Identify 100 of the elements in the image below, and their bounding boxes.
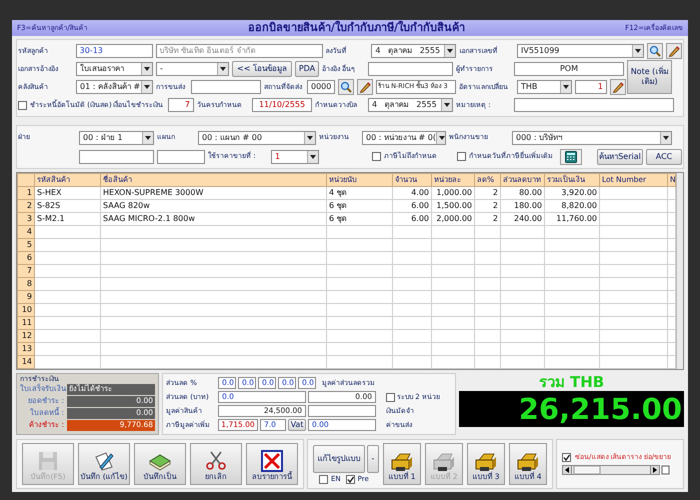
header-cell	[18, 174, 34, 186]
dropdown[interactable]: 4 ตุลาคม 2555	[371, 44, 456, 58]
caret-icon	[663, 136, 669, 140]
table-cell: S-HEX	[34, 186, 100, 200]
row-number: 6	[18, 252, 34, 264]
edit-button[interactable]	[610, 79, 626, 95]
scrollbar[interactable]	[676, 173, 683, 369]
checkbox[interactable]	[562, 452, 571, 462]
search-button[interactable]	[338, 79, 354, 95]
caret-icon	[438, 136, 445, 140]
input-field[interactable]: 7	[168, 98, 194, 112]
checkbox[interactable]	[18, 100, 27, 110]
table-cell: S-M2.1	[34, 212, 100, 226]
checkbox[interactable]	[457, 152, 466, 161]
input-field[interactable]	[191, 80, 261, 94]
dropdown[interactable]: -	[156, 62, 229, 76]
button[interactable]: << โอนข้อมูล	[232, 61, 292, 77]
pencil-icon	[668, 45, 680, 57]
calculator-icon	[565, 150, 577, 162]
row-number: 5	[18, 238, 34, 252]
printer-icon	[390, 451, 414, 474]
table-cell: 6 ชุด	[326, 200, 392, 212]
input-field[interactable]	[157, 150, 205, 164]
table-cell: 6 ชุด	[326, 212, 392, 226]
caret-icon	[220, 67, 226, 71]
dropdown[interactable]: 000 : บริษัทฯ	[512, 130, 672, 144]
pencil-icon	[359, 81, 371, 93]
table-cell: 2,000.00	[432, 212, 474, 226]
dropdown[interactable]: 00 : หน่วยงาน # 0(	[362, 130, 446, 144]
design-button[interactable]: แก้ไขรูปแบบ	[313, 444, 365, 472]
check-icon	[563, 454, 570, 461]
total-amount: 26,215.00	[459, 391, 684, 427]
caret-icon	[144, 67, 150, 71]
table-cell: S-82S	[34, 200, 100, 212]
vat-button[interactable]: Vat	[288, 419, 306, 431]
table-cell: 8,820.00	[544, 200, 600, 212]
table-cell: 3,920.00	[544, 186, 600, 200]
row-number: 1	[18, 186, 34, 200]
caret-icon	[635, 49, 641, 53]
input-field[interactable]	[514, 98, 674, 112]
search-button[interactable]	[647, 43, 663, 59]
dropdown[interactable]: 00 : แผนก # 00	[198, 130, 316, 144]
row-number: 7	[18, 264, 34, 278]
row-number: 8	[18, 278, 34, 290]
window-title: ออกบิลขายสินค้า/ใบกำกับภาษี/ใบกำกับสินค้า	[248, 22, 465, 34]
input-field[interactable]	[368, 62, 453, 76]
checkbox[interactable]	[319, 474, 328, 484]
checkbox[interactable]	[346, 474, 355, 484]
pencil-icon	[612, 81, 624, 93]
table-cell: 1,500.00	[432, 200, 474, 212]
row-number: 3	[18, 212, 34, 226]
checkbox[interactable]	[372, 152, 381, 161]
caret-icon	[310, 154, 316, 158]
dropdown[interactable]: 1	[271, 150, 319, 164]
table-cell: SAAG 820w	[100, 200, 326, 212]
edit-button[interactable]	[357, 79, 373, 95]
table-cell: 180.00	[500, 200, 544, 212]
checkbox[interactable]	[386, 392, 395, 402]
row-number: 14	[18, 356, 34, 368]
table-cell: 80.00	[500, 186, 544, 200]
dropdown[interactable]: 00 : ฝ่าย 1	[79, 130, 154, 144]
row-number: 2	[18, 200, 34, 212]
button[interactable]: ค้นหาSerial	[597, 148, 643, 164]
button[interactable]: -	[367, 444, 379, 472]
table-cell: 1,000.00	[432, 186, 474, 200]
input-field[interactable]: 30-13	[76, 44, 153, 58]
row-number: 4	[18, 226, 34, 238]
table-cell: 2	[474, 200, 500, 212]
table-cell: 6.00	[392, 200, 432, 212]
input-field[interactable]: 1	[575, 80, 607, 94]
dropdown[interactable]: IV551099	[517, 44, 644, 58]
table-cell: 4 ชุด	[326, 186, 392, 200]
printer-icon	[432, 451, 456, 474]
table-cell: SAAG MICRO-2.1 800w	[100, 212, 326, 226]
note-button[interactable]: Note (เพิ่มเติม)	[627, 60, 672, 94]
caret-icon	[144, 85, 150, 89]
caret-icon	[447, 49, 454, 53]
dropdown[interactable]: 01 : คลังสินค้า #	[76, 80, 153, 94]
calculator-button[interactable]	[560, 148, 582, 164]
check-icon	[346, 476, 354, 482]
table-cell: HEXON-SUPREME 3000W	[100, 186, 326, 200]
dropdown[interactable]: THB	[517, 80, 572, 94]
caret-icon	[307, 136, 313, 140]
button[interactable]: ACC	[646, 148, 682, 164]
edit-button[interactable]	[666, 43, 682, 59]
dropdown[interactable]: 4 ตุลาคม 2555	[368, 98, 453, 112]
input-field[interactable]: 0000	[307, 80, 335, 94]
caret-icon	[444, 103, 450, 107]
input-field[interactable]: 11/10/2555	[252, 98, 312, 112]
row-number: 12	[18, 330, 34, 342]
row-number: 9	[18, 290, 34, 304]
input-field[interactable]: บริษัท ซันเทิด อินเตอร์ จำกัด	[156, 44, 323, 58]
input-field[interactable]: POM	[514, 62, 624, 76]
input-field[interactable]	[79, 150, 154, 164]
search-icon	[649, 45, 661, 57]
printer-icon	[516, 451, 540, 474]
dropdown[interactable]: ใบเสนอราคา	[76, 62, 153, 76]
button[interactable]: PDA	[295, 61, 319, 77]
table-cell: 2	[474, 212, 500, 226]
input-field[interactable]	[308, 405, 376, 417]
